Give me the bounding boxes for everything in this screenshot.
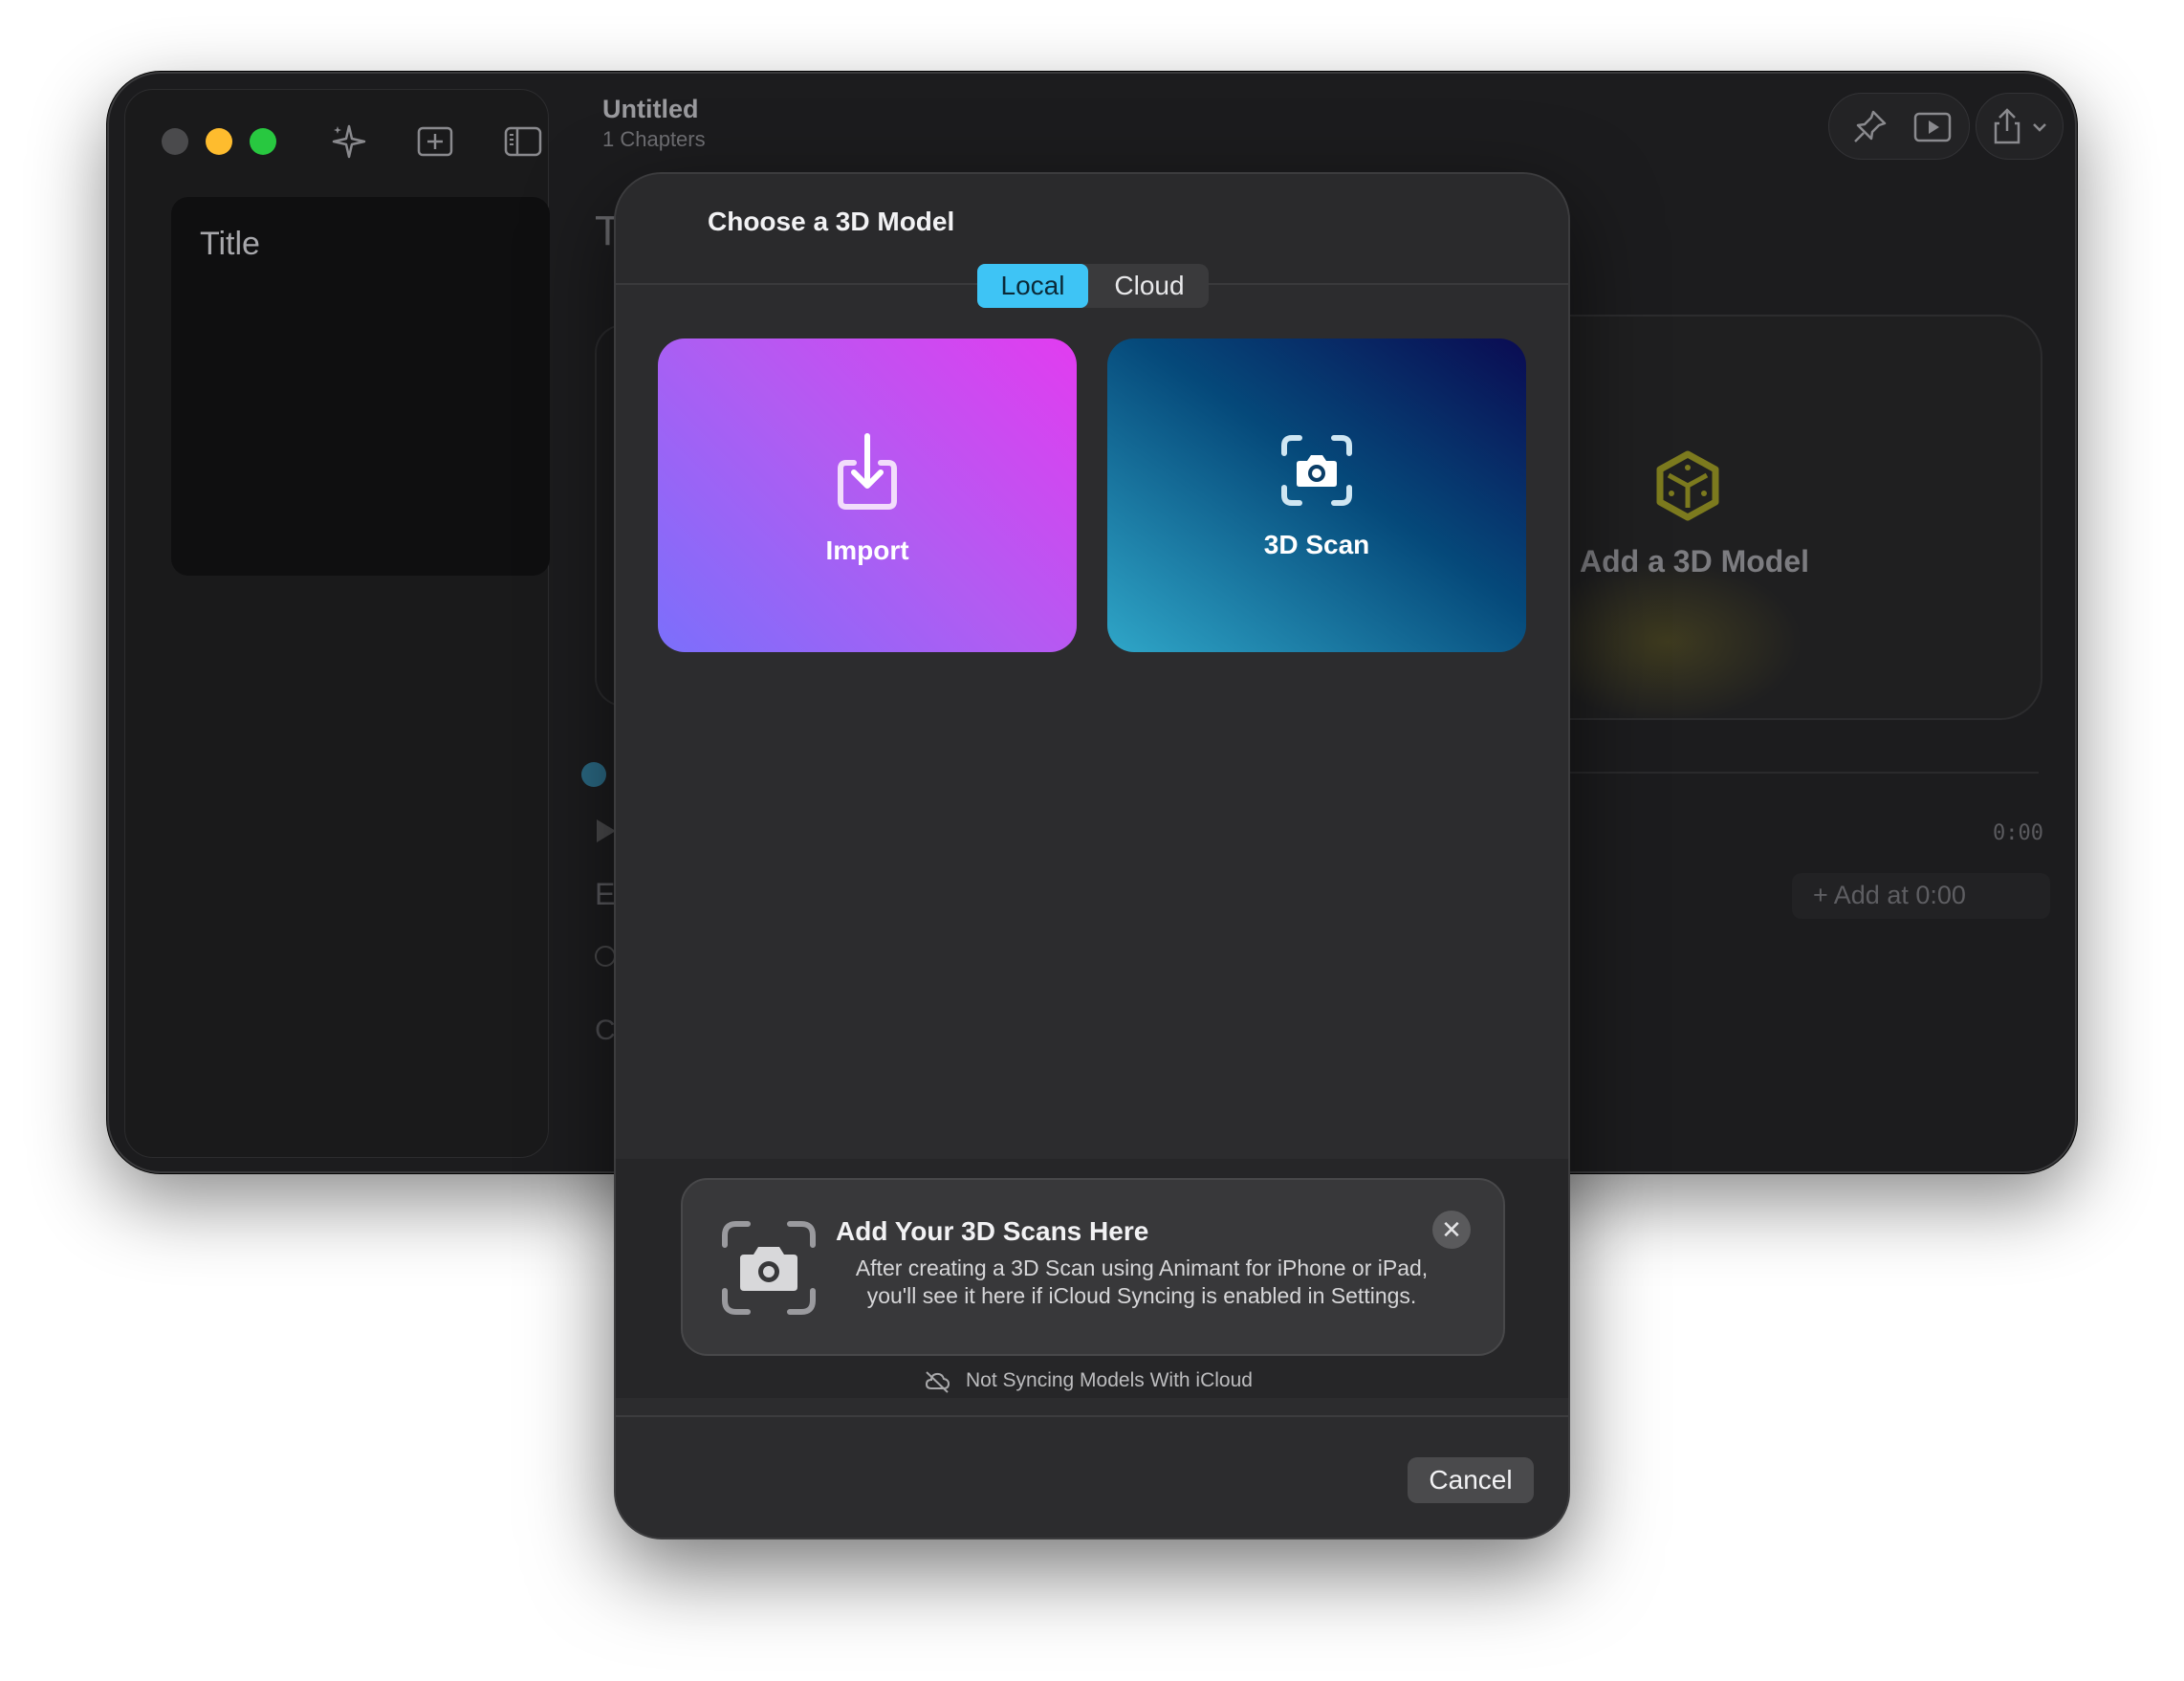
timeline-marker[interactable]	[581, 762, 606, 787]
document-subtitle: 1 Chapters	[602, 127, 706, 151]
3d-scan-tile[interactable]: 3D Scan	[1107, 338, 1526, 652]
add-at-time-button[interactable]: + Add at 0:00	[1792, 873, 2050, 919]
pin-icon[interactable]	[1848, 106, 1890, 148]
play-icon[interactable]	[597, 819, 616, 842]
toolbar-group-edit	[1828, 93, 1970, 160]
info-icon[interactable]	[595, 946, 616, 967]
import-label: Import	[825, 535, 909, 565]
scan-hint-body: After creating a 3D Scan using Animant f…	[855, 1255, 1429, 1308]
chapter-title-card[interactable]: Title	[171, 197, 550, 576]
timecode-label: 0:00	[1993, 821, 2043, 845]
dialog-title: Choose a 3D Model	[708, 207, 955, 236]
cube-icon	[1654, 450, 1721, 521]
add-3d-model-label: Add a 3D Model	[1580, 544, 1810, 579]
share-menu-button[interactable]	[1976, 93, 2064, 160]
window-close-button[interactable]	[162, 128, 188, 155]
source-segmented-control: Local Cloud	[977, 264, 1209, 308]
section-label-partial: E	[595, 877, 616, 911]
share-icon	[1988, 106, 2026, 148]
tab-cloud[interactable]: Cloud	[1090, 264, 1209, 308]
3d-scan-label: 3D Scan	[1263, 530, 1370, 559]
cancel-button[interactable]: Cancel	[1408, 1457, 1534, 1503]
section-label-partial-2: C	[595, 1015, 616, 1046]
tab-local[interactable]: Local	[977, 264, 1088, 308]
document-title: Untitled	[602, 95, 699, 123]
scan-hint-title: Add Your 3D Scans Here	[836, 1216, 1149, 1246]
chevron-down-icon	[2030, 106, 2049, 148]
camera-scan-icon	[721, 1220, 817, 1316]
import-tile[interactable]: Import	[658, 338, 1077, 652]
add-square-icon[interactable]	[414, 120, 456, 163]
window-zoom-button[interactable]	[250, 128, 276, 155]
choose-3d-model-dialog: Choose a 3D Model Local Cloud Import 3D …	[614, 172, 1570, 1539]
window-minimize-button[interactable]	[206, 128, 232, 155]
sparkles-icon[interactable]	[328, 120, 370, 163]
play-preview-icon[interactable]	[1911, 106, 1954, 148]
sidebar-toggle-icon[interactable]	[502, 120, 544, 163]
scan-hint-card: Add Your 3D Scans Here After creating a …	[681, 1178, 1505, 1356]
import-icon	[829, 430, 906, 514]
add-3d-model-card[interactable]	[1543, 315, 2042, 720]
sidebar: Title	[124, 89, 550, 1158]
timeline-track	[1568, 772, 2039, 774]
cloud-slash-icon	[924, 1369, 950, 1394]
close-icon[interactable]: ✕	[1432, 1211, 1471, 1249]
chapter-title-label: Title	[200, 226, 260, 262]
sync-status-label: Not Syncing Models With iCloud	[966, 1369, 1253, 1391]
camera-scan-icon	[1278, 432, 1355, 516]
